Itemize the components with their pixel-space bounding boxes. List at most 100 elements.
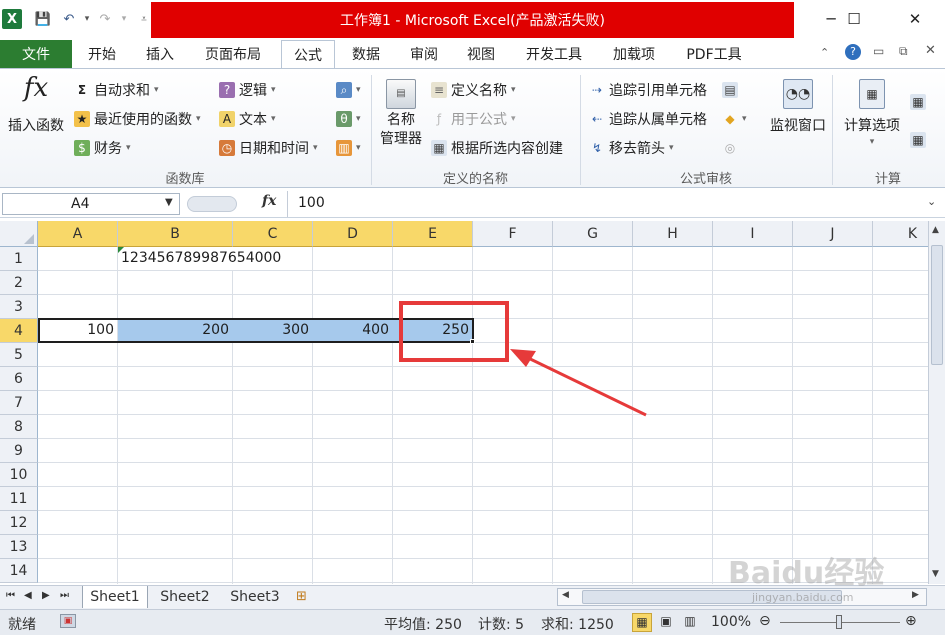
row-header[interactable]: 4 bbox=[0, 319, 38, 343]
column-header-j[interactable]: J bbox=[793, 221, 873, 247]
row-header[interactable]: 13 bbox=[0, 535, 38, 559]
insert-function-icon[interactable]: fx bbox=[262, 193, 276, 209]
save-icon[interactable]: 💾 bbox=[34, 10, 52, 28]
row-header[interactable]: 5 bbox=[0, 343, 38, 367]
calculate-now-button[interactable]: ▦ bbox=[910, 91, 930, 113]
row-header[interactable]: 14 bbox=[0, 559, 38, 583]
math-button[interactable]: θ ▾ bbox=[336, 108, 361, 130]
minimize-ribbon-icon[interactable]: ⌃ bbox=[820, 46, 829, 59]
zoom-slider-thumb[interactable] bbox=[836, 615, 842, 629]
row-header[interactable]: 7 bbox=[0, 391, 38, 415]
column-header-a[interactable]: A bbox=[38, 221, 118, 247]
sheet-tab-1[interactable]: Sheet1 bbox=[82, 586, 148, 608]
window-close-icon[interactable]: ✕ bbox=[925, 43, 936, 58]
worksheet-grid[interactable]: A B C D E F G H I J K 1 2 3 4 5 6 7 8 9 … bbox=[0, 221, 928, 584]
cell-b1[interactable]: 123456789987654000 bbox=[118, 247, 298, 270]
undo-icon[interactable]: ↶ bbox=[60, 10, 78, 28]
scroll-thumb[interactable] bbox=[931, 245, 943, 365]
trace-dependents-button[interactable]: ⇠ 追踪从属单元格 bbox=[589, 108, 707, 130]
zoom-in-icon[interactable]: ⊕ bbox=[905, 613, 917, 629]
insert-sheet-icon[interactable]: ⊞ bbox=[296, 589, 307, 604]
financial-button[interactable]: $ 财务 ▾ bbox=[74, 137, 131, 159]
recent-functions-button[interactable]: ★ 最近使用的函数 ▾ bbox=[74, 108, 201, 130]
text-functions-button[interactable]: A 文本 ▾ bbox=[219, 108, 276, 130]
column-header-e[interactable]: E bbox=[393, 221, 473, 247]
last-sheet-icon[interactable]: ⏭ bbox=[60, 590, 69, 601]
evaluate-formula-button[interactable]: ◎ bbox=[722, 137, 742, 159]
name-box[interactable]: A4 ▼ bbox=[2, 193, 180, 215]
scroll-right-icon[interactable]: ▶ bbox=[912, 590, 919, 600]
redo-icon[interactable]: ↷ bbox=[96, 10, 114, 28]
next-sheet-icon[interactable]: ▶ bbox=[42, 590, 50, 601]
tab-formulas[interactable]: 公式 bbox=[281, 40, 335, 68]
tab-developer[interactable]: 开发工具 bbox=[513, 40, 595, 68]
window-minimize-icon[interactable]: ▭ bbox=[873, 44, 884, 58]
normal-view-icon[interactable]: ▦ bbox=[632, 613, 652, 632]
undo-dropdown-icon[interactable]: ▾ bbox=[78, 10, 96, 28]
prev-sheet-icon[interactable]: ◀ bbox=[24, 590, 32, 601]
maximize-button[interactable]: ☐ bbox=[831, 0, 877, 38]
lookup-button[interactable]: ⌕ ▾ bbox=[336, 79, 361, 101]
macro-record-icon[interactable]: ▣ bbox=[60, 614, 76, 628]
column-header-k[interactable]: K bbox=[873, 221, 928, 247]
window-restore-icon[interactable]: ⧉ bbox=[899, 44, 908, 59]
column-header-b[interactable]: B bbox=[118, 221, 233, 247]
datetime-button[interactable]: ◷ 日期和时间 ▾ bbox=[219, 137, 318, 159]
sheet-tab-2[interactable]: Sheet2 bbox=[152, 586, 218, 608]
row-header[interactable]: 10 bbox=[0, 463, 38, 487]
zoom-out-icon[interactable]: ⊖ bbox=[759, 613, 771, 629]
chevron-down-icon[interactable]: ▼ bbox=[165, 197, 173, 208]
scroll-down-icon[interactable]: ▼ bbox=[932, 569, 939, 579]
help-icon[interactable]: ? bbox=[845, 44, 861, 60]
zoom-level[interactable]: 100% bbox=[711, 614, 751, 630]
formula-input[interactable]: 100 bbox=[287, 191, 927, 217]
row-header[interactable]: 3 bbox=[0, 295, 38, 319]
scroll-up-icon[interactable]: ▲ bbox=[932, 225, 939, 235]
define-name-button[interactable]: ≡ 定义名称 ▾ bbox=[431, 79, 516, 101]
row-header[interactable]: 1 bbox=[0, 247, 38, 271]
row-header[interactable]: 6 bbox=[0, 367, 38, 391]
name-manager-button[interactable]: ▤ 名称 管理器 bbox=[376, 79, 426, 149]
more-functions-button[interactable]: ▥ ▾ bbox=[336, 137, 361, 159]
page-break-view-icon[interactable]: ▥ bbox=[680, 613, 700, 632]
tab-home[interactable]: 开始 bbox=[76, 40, 128, 68]
tab-data[interactable]: 数据 bbox=[340, 40, 392, 68]
close-button[interactable]: ✕ bbox=[892, 0, 938, 38]
watch-window-button[interactable]: ◔◔ 监视窗口 bbox=[765, 79, 831, 136]
row-header[interactable]: 8 bbox=[0, 415, 38, 439]
tab-review[interactable]: 审阅 bbox=[398, 40, 450, 68]
expand-formula-bar-icon[interactable]: ⌄ bbox=[927, 195, 936, 208]
excel-app-icon[interactable]: X bbox=[2, 9, 22, 29]
row-header[interactable]: 11 bbox=[0, 487, 38, 511]
autosum-button[interactable]: Σ 自动求和 ▾ bbox=[74, 79, 159, 101]
error-checking-button[interactable]: ◆ ▾ bbox=[722, 108, 746, 130]
calc-options-button[interactable]: ▦ 计算选项 ▾ bbox=[838, 79, 906, 148]
column-header-d[interactable]: D bbox=[313, 221, 393, 247]
tab-addins[interactable]: 加载项 bbox=[601, 40, 667, 68]
column-header-i[interactable]: I bbox=[713, 221, 793, 247]
tab-pdf[interactable]: PDF工具 bbox=[673, 40, 755, 68]
remove-arrows-button[interactable]: ↯ 移去箭头 ▾ bbox=[589, 137, 674, 159]
calculate-sheet-button[interactable]: ▦ bbox=[910, 129, 930, 151]
use-in-formula-button[interactable]: ƒ 用于公式 ▾ bbox=[431, 108, 516, 130]
create-from-selection-button[interactable]: ▦ 根据所选内容创建 bbox=[431, 137, 563, 159]
formula-bar-toggle[interactable] bbox=[187, 196, 237, 212]
logical-button[interactable]: ? 逻辑 ▾ bbox=[219, 79, 276, 101]
column-header-f[interactable]: F bbox=[473, 221, 553, 247]
first-sheet-icon[interactable]: ⏮ bbox=[6, 590, 15, 601]
redo-dropdown-icon[interactable]: ▾ bbox=[115, 10, 133, 28]
row-header[interactable]: 9 bbox=[0, 439, 38, 463]
row-header[interactable]: 2 bbox=[0, 271, 38, 295]
tab-insert[interactable]: 插入 bbox=[134, 40, 186, 68]
insert-function-button[interactable]: fx 插入函数 bbox=[4, 75, 68, 136]
select-all-button[interactable] bbox=[0, 221, 38, 247]
vertical-scrollbar[interactable]: ▲ ▼ bbox=[928, 221, 945, 584]
column-header-g[interactable]: G bbox=[553, 221, 633, 247]
column-header-h[interactable]: H bbox=[633, 221, 713, 247]
tab-file[interactable]: 文件 bbox=[0, 40, 72, 68]
sheet-tab-3[interactable]: Sheet3 bbox=[222, 586, 288, 608]
tab-view[interactable]: 视图 bbox=[455, 40, 507, 68]
scroll-left-icon[interactable]: ◀ bbox=[562, 590, 569, 600]
column-header-c[interactable]: C bbox=[233, 221, 313, 247]
show-formulas-button[interactable]: ▤ bbox=[722, 79, 742, 101]
